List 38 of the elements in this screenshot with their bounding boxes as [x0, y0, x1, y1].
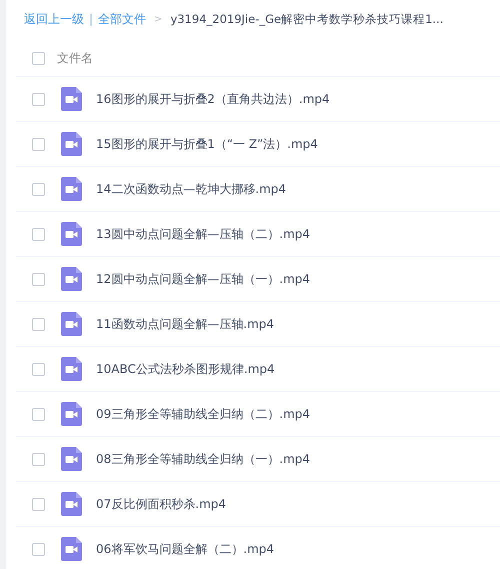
- column-header: 文件名: [57, 50, 93, 66]
- row-checkbox[interactable]: [32, 452, 45, 466]
- file-name[interactable]: 15图形的展开与折叠1（“一 Z”法）.mp4: [96, 136, 318, 152]
- row-checkbox[interactable]: [32, 542, 45, 556]
- file-name[interactable]: 13圆中动点问题全解—压轴（二）.mp4: [96, 226, 310, 242]
- current-folder: y3194_2019Jie-_Ge解密中考数学秒杀技巧课程1...: [170, 12, 444, 26]
- row-checkbox[interactable]: [32, 408, 45, 420]
- video-file-icon: [61, 402, 82, 426]
- file-name[interactable]: 16图形的展开与折叠2（直角共边法）.mp4: [96, 90, 330, 108]
- row-checkbox[interactable]: [32, 362, 45, 376]
- file-name[interactable]: 12圆中动点问题全解—压轴（一）.mp4: [96, 270, 310, 288]
- file-name[interactable]: 08三角形全等辅助线全归纳（一）.mp4: [96, 450, 310, 468]
- breadcrumb-arrow: >: [154, 14, 162, 24]
- file-name[interactable]: 10ABC公式法秒杀图形规律.mp4: [96, 360, 275, 378]
- row-checkbox[interactable]: [32, 318, 45, 330]
- video-file-icon: [61, 447, 82, 471]
- video-file-icon: [61, 177, 82, 201]
- row-checkbox[interactable]: [32, 498, 45, 510]
- file-name[interactable]: 09三角形全等辅助线全归纳（二）.mp4: [96, 406, 310, 422]
- file-name[interactable]: 11函数动点问题全解—压轴.mp4: [96, 316, 274, 332]
- video-file-icon: [61, 222, 82, 246]
- file-name[interactable]: 06将军饮马问题全解（二）.mp4: [96, 540, 274, 558]
- video-file-icon: [61, 267, 82, 291]
- file-name[interactable]: 14二次函数动点—乾坤大挪移.mp4: [96, 180, 286, 198]
- row-checkbox[interactable]: [32, 272, 45, 286]
- select-all-checkbox[interactable]: [32, 52, 45, 64]
- video-file-icon: [61, 357, 82, 381]
- video-file-icon: [61, 132, 82, 156]
- row-checkbox[interactable]: [32, 138, 45, 150]
- video-file-icon: [61, 87, 82, 111]
- video-file-icon: [61, 537, 82, 561]
- video-file-icon: [61, 492, 82, 516]
- row-checkbox[interactable]: [32, 92, 45, 106]
- file-name[interactable]: 07反比例面积秒杀.mp4: [96, 496, 226, 512]
- row-checkbox[interactable]: [32, 182, 45, 196]
- row-checkbox[interactable]: [32, 228, 45, 240]
- video-file-icon: [61, 312, 82, 336]
- separator: |: [89, 12, 94, 26]
